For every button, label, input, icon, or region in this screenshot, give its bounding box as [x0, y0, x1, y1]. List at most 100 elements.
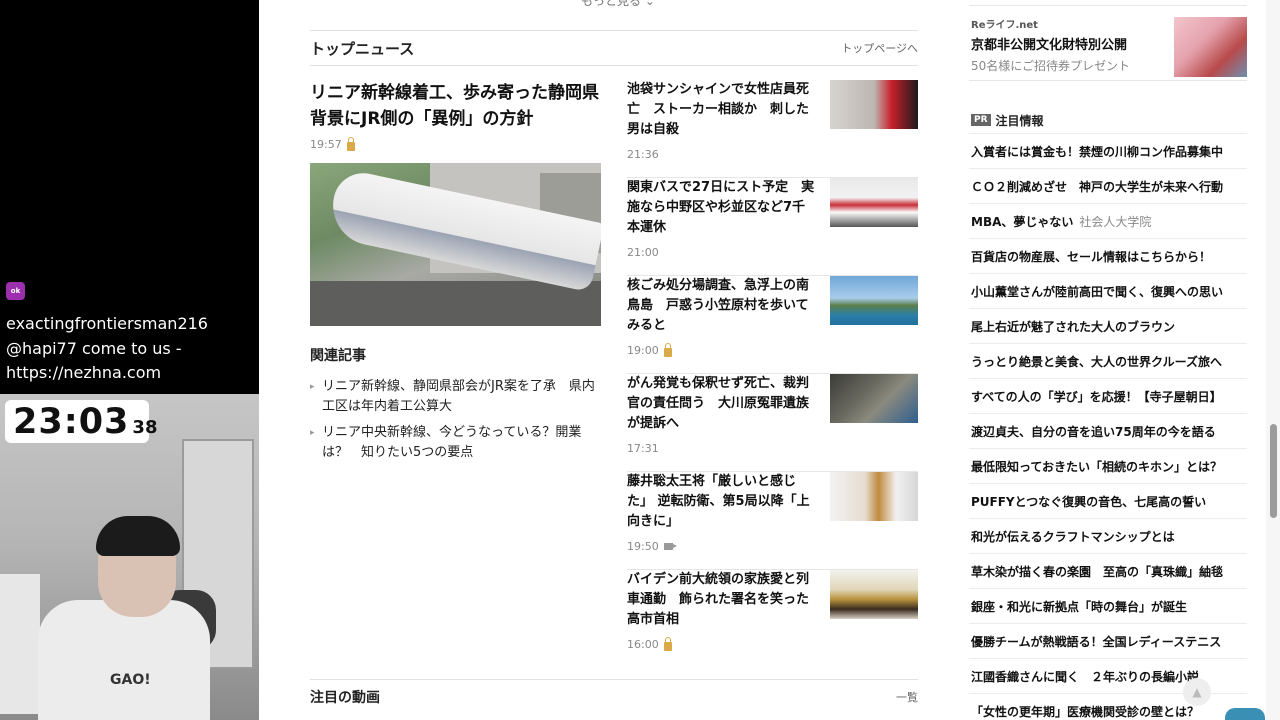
pr-item-text[interactable]: うっとり絶景と美食、大人の世界クルーズ旅へ	[971, 353, 1222, 370]
side-article-time: 17:31	[627, 442, 659, 455]
lock-icon	[663, 636, 672, 651]
pr-list-item[interactable]: 銀座・和光に新拠点「時の舞台」が誕生	[969, 588, 1247, 623]
pr-list-item[interactable]: 草木染が描く春の楽園 至高の「真珠織」紬毯	[969, 553, 1247, 588]
side-article-time-text: 19:50	[627, 540, 659, 553]
main-headline[interactable]: リニア新幹線着工、歩み寄った静岡県 背景にJR側の「異例」の方針	[310, 80, 616, 132]
pr-list-item[interactable]: 優勝チームが熱戦語る！全国レディーステニス	[969, 623, 1247, 658]
chat-message-line-1: @hapi77 come to us -	[6, 339, 182, 358]
pr-list-item[interactable]: 百貨店の物産展、セール情報はこちらから！	[969, 238, 1247, 273]
pr-header: PR 注目情報	[971, 108, 1247, 132]
side-article[interactable]: バイデン前大統領の家族愛と列車通勤 飾られた署名を笑った高市首相 16:00	[627, 570, 918, 668]
side-article-headline[interactable]: 藤井聡太王将「厳しいと感じた」 逆転防衛、第5局以降「上向きに」	[627, 472, 817, 532]
side-article-thumbnail[interactable]	[830, 472, 918, 521]
scrollbar-thumb[interactable]	[1270, 424, 1277, 518]
top-news-header: トップニュース トップページへ	[310, 30, 918, 66]
scroll-to-top-icon[interactable]: ▲	[1183, 678, 1211, 706]
pr-title: 注目情報	[995, 113, 1044, 128]
pr-item-text[interactable]: 江國香織さんに聞く ２年ぶりの長編小説	[971, 668, 1199, 685]
image-track	[310, 281, 601, 326]
side-article-headline[interactable]: がん発覚も保釈せず死亡、裁判官の責任問う 大川原冤罪遺族が提訴へ	[627, 374, 817, 434]
related-article-text[interactable]: リニア中央新幹線、今どうなっている？開業は？ 知りたい5つの要点	[322, 425, 581, 460]
pr-list-item[interactable]: 入賞者には賞金も！禁煙の川柳コン作品募集中	[969, 133, 1247, 168]
top-news-title: トップニュース	[310, 39, 415, 58]
side-article-thumbnail[interactable]	[830, 80, 918, 129]
pr-item-text[interactable]: ＣＯ２削減めざせ 神戸の大学生が未来へ行動	[971, 178, 1223, 195]
side-article-headline[interactable]: 核ごみ処分場調査、急浮上の南鳥島 戸惑う小笠原村を歩いてみると	[627, 276, 817, 336]
side-article-thumbnail[interactable]	[830, 276, 918, 325]
sponsored-ad[interactable]: Reライフ.net 京都非公開文化財特別公開 50名様にご招待券プレゼント	[969, 5, 1247, 81]
pr-list-item[interactable]: ＣＯ２削減めざせ 神戸の大学生が未来へ行動	[969, 168, 1247, 203]
related-article-text[interactable]: リニア新幹線、静岡県部会がJR案を了承 県内工区は年内着工公算大	[322, 379, 595, 414]
main-article[interactable]: リニア新幹線着工、歩み寄った静岡県 背景にJR側の「異例」の方針 19:57	[310, 80, 616, 151]
side-article-thumbnail[interactable]	[830, 178, 918, 227]
pr-item-text[interactable]: 小山薫堂さんが陸前高田で聞く、復興への思い	[971, 283, 1223, 300]
pr-list: 入賞者には賞金も！禁煙の川柳コン作品募集中 ＣＯ２削減めざせ 神戸の大学生が未来…	[969, 133, 1247, 720]
pr-item-text[interactable]: 草木染が描く春の楽園 至高の「真珠織」紬毯	[971, 563, 1223, 580]
pr-list-item[interactable]: 渡辺貞夫、自分の音を追い75周年の今を語る	[969, 413, 1247, 448]
pr-list-item[interactable]: うっとり絶景と美食、大人の世界クルーズ旅へ	[969, 343, 1247, 378]
ad-thumbnail[interactable]	[1174, 17, 1247, 77]
side-article[interactable]: 関東バスで27日にスト予定 実施なら中野区や杉並区など7千本運休 21:00	[627, 178, 918, 276]
pr-item-text[interactable]: 最低限知っておきたい「相続のキホン」とは？	[971, 458, 1222, 475]
lock-icon	[663, 342, 672, 357]
bullet-arrow-icon: ▸	[310, 382, 315, 392]
pr-list-item[interactable]: 最低限知っておきたい「相続のキホン」とは？	[969, 448, 1247, 483]
featured-videos-header: 注目の動画 一覧	[310, 679, 918, 713]
pr-item-text[interactable]: 入賞者には賞金も！禁煙の川柳コン作品募集中	[971, 143, 1223, 160]
featured-videos-link[interactable]: 一覧	[896, 689, 918, 705]
side-article-headline[interactable]: バイデン前大統領の家族愛と列車通勤 飾られた署名を笑った高市首相	[627, 570, 817, 630]
scrollbar[interactable]	[1266, 0, 1280, 720]
news-page: もっと見る ⌄ トップニュース トップページへ リニア新幹線着工、歩み寄った静岡…	[259, 0, 1280, 720]
side-article-headline[interactable]: 池袋サンシャインで女性店員死亡 ストーカー相談か 刺した男は自殺	[627, 80, 817, 140]
timer-main: 23:03	[13, 402, 130, 442]
pr-item-sponsor: 社会人大学院	[1079, 214, 1152, 229]
pr-item-text[interactable]: 尾上右近が魅了された大人のブラウン	[971, 318, 1175, 335]
chat-username: exactingfrontiersman216	[6, 314, 208, 333]
pr-list-item[interactable]: 尾上右近が魅了された大人のブラウン	[969, 308, 1247, 343]
chat-badge-icon: ok	[6, 282, 25, 300]
side-article[interactable]: 池袋サンシャインで女性店員死亡 ストーカー相談か 刺した男は自殺 21:36	[627, 80, 918, 178]
related-article-item[interactable]: ▸ リニア中央新幹線、今どうなっている？開業は？ 知りたい5つの要点	[310, 423, 602, 463]
side-article[interactable]: 核ごみ処分場調査、急浮上の南鳥島 戸惑う小笠原村を歩いてみると 19:00	[627, 276, 918, 374]
side-article[interactable]: がん発覚も保釈せず死亡、裁判官の責任問う 大川原冤罪遺族が提訴へ 17:31	[627, 374, 918, 472]
webcam-person-body	[38, 600, 210, 720]
shirt-print: GAO!	[110, 672, 151, 688]
pr-item-text[interactable]: 銀座・和光に新拠点「時の舞台」が誕生	[971, 598, 1187, 615]
side-article-headline[interactable]: 関東バスで27日にスト予定 実施なら中野区や杉並区など7千本運休	[627, 178, 817, 238]
pr-item-text[interactable]: 百貨店の物産展、セール情報はこちらから！	[971, 248, 1211, 265]
ad-source: Reライフ.net	[971, 20, 1038, 31]
pr-item-text[interactable]: MBA、夢じゃない	[971, 213, 1073, 230]
side-article-thumbnail[interactable]	[830, 570, 918, 619]
pr-item-text[interactable]: 渡辺貞夫、自分の音を追い75周年の今を語る	[971, 423, 1216, 440]
featured-videos-title: 注目の動画	[310, 689, 380, 706]
side-article-time-text: 21:00	[627, 246, 659, 259]
pr-item-text[interactable]: 優勝チームが熱戦語る！全国レディーステニス	[971, 633, 1221, 650]
pr-badge: PR	[971, 114, 991, 126]
stream-timer: 23:03 38	[5, 400, 157, 443]
top-page-link[interactable]: トップページへ	[841, 40, 918, 56]
side-article-time: 21:00	[627, 246, 659, 259]
ad-title[interactable]: 京都非公開文化財特別公開	[971, 34, 1127, 53]
pr-item-text[interactable]: 和光が伝えるクラフトマンシップとは	[971, 528, 1175, 545]
webcam-person-hair	[96, 516, 180, 556]
webcam-shelf	[0, 574, 40, 714]
pr-list-item[interactable]: MBA、夢じゃない 社会人大学院	[969, 203, 1247, 238]
pr-item-text[interactable]: 「女性の更年期」医療機関受診の壁とは？	[971, 703, 1199, 720]
side-article[interactable]: 藤井聡太王将「厳しいと感じた」 逆転防衛、第5局以降「上向きに」 19:50	[627, 472, 918, 570]
side-article-thumbnail[interactable]	[830, 374, 918, 423]
corner-action-button[interactable]	[1225, 708, 1265, 720]
related-article-item[interactable]: ▸ リニア新幹線、静岡県部会がJR案を了承 県内工区は年内着工公算大	[310, 377, 602, 417]
pr-list-item[interactable]: PUFFYとつなぐ復興の音色、七尾高の誓い	[969, 483, 1247, 518]
stream-overlay: ok exactingfrontiersman216 @hapi77 come …	[0, 0, 259, 720]
more-link-top[interactable]: もっと見る ⌄	[581, 0, 655, 9]
pr-list-item[interactable]: 小山薫堂さんが陸前高田で聞く、復興への思い	[969, 273, 1247, 308]
main-article-image[interactable]	[310, 163, 601, 326]
timer-sub: 38	[132, 417, 158, 438]
side-article-time-text: 17:31	[627, 442, 659, 455]
pr-list-item[interactable]: 和光が伝えるクラフトマンシップとは	[969, 518, 1247, 553]
pr-item-text[interactable]: PUFFYとつなぐ復興の音色、七尾高の誓い	[971, 493, 1206, 510]
ad-subtitle: 50名様にご招待券プレゼント	[971, 59, 1131, 73]
chat-message-line-2: https://nezhna.com	[6, 363, 162, 382]
pr-item-text[interactable]: すべての人の「学び」を応援！【寺子屋朝日】	[971, 388, 1222, 405]
pr-list-item[interactable]: すべての人の「学び」を応援！【寺子屋朝日】	[969, 378, 1247, 413]
